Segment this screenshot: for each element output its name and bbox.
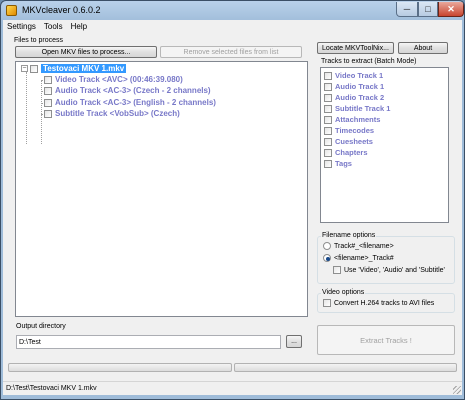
radio-filename-first[interactable] xyxy=(323,254,331,262)
extract-group-label: Tracks to extract (Batch Mode) xyxy=(321,58,417,65)
output-directory-field[interactable]: D:\Test xyxy=(16,335,281,349)
extract-checkbox[interactable] xyxy=(324,82,332,91)
extract-checkbox[interactable] xyxy=(324,71,332,80)
track-label: Video Track <AVC> (00:46:39.080) xyxy=(55,75,183,84)
output-directory-value: D:\Test xyxy=(19,338,41,346)
root-checkbox[interactable] xyxy=(30,64,38,73)
extract-tracks-button[interactable]: Extract Tracks ! xyxy=(317,325,455,355)
close-button[interactable]: ✕ xyxy=(438,2,464,17)
remove-files-button[interactable]: Remove selected files from list xyxy=(160,46,302,58)
convert-h264-option[interactable]: Convert H.264 tracks to AVI files xyxy=(323,299,434,307)
extract-item[interactable]: Chapters xyxy=(324,148,368,157)
client-area: Files to process Open MKV files to proce… xyxy=(3,33,462,395)
tree-track-row[interactable]: Subtitle Track <VobSub> (Czech) xyxy=(44,109,180,118)
track-label: Audio Track <AC-3> (Czech - 2 channels) xyxy=(55,86,211,95)
minimize-icon: ─ xyxy=(403,4,411,14)
tree-guide-child xyxy=(41,80,42,144)
menu-bar: Settings Tools Help xyxy=(3,20,462,33)
tree-guide-root xyxy=(26,72,27,144)
track-label: Subtitle Track <VobSub> (Czech) xyxy=(55,109,180,118)
open-files-button[interactable]: Open MKV files to process... xyxy=(15,46,157,58)
use-type-names-checkbox[interactable] xyxy=(333,266,341,274)
locate-mkvtoolnix-button[interactable]: Locate MKVToolNix... xyxy=(317,42,394,54)
extract-item-label: Subtitle Track 1 xyxy=(335,104,391,113)
maximize-icon: □ xyxy=(425,4,431,14)
extract-item-label: Audio Track 1 xyxy=(335,82,385,91)
menu-tools[interactable]: Tools xyxy=(44,22,63,31)
track-checkbox[interactable] xyxy=(44,75,52,84)
use-type-names-option[interactable]: Use 'Video', 'Audio' and 'Subtitle' xyxy=(333,266,445,274)
tree-track-row[interactable]: Video Track <AVC> (00:46:39.080) xyxy=(44,75,183,84)
extract-item-label: Chapters xyxy=(335,148,368,157)
extract-checkbox[interactable] xyxy=(324,104,332,113)
main-window: MKVcleaver 0.6.0.2 ─ □ ✕ Settings Tools … xyxy=(0,0,465,400)
extract-item-label: Video Track 1 xyxy=(335,71,384,80)
tree-root-row[interactable]: – Testovaci MKV 1.mkv xyxy=(21,64,127,73)
output-directory-label: Output directory xyxy=(16,323,66,330)
extract-item[interactable]: Timecodes xyxy=(324,126,374,135)
extract-item[interactable]: Audio Track 2 xyxy=(324,93,384,102)
about-button[interactable]: About xyxy=(398,42,448,54)
extract-item-label: Audio Track 2 xyxy=(335,93,385,102)
video-options-label: Video options xyxy=(321,289,366,296)
extract-item[interactable]: Cuesheets xyxy=(324,137,373,146)
status-text: D:\Test\Testovaci MKV 1.mkv xyxy=(6,385,97,392)
browse-button[interactable]: ... xyxy=(286,335,302,348)
extract-checkbox[interactable] xyxy=(324,126,332,135)
track-checkbox[interactable] xyxy=(44,86,52,95)
menu-settings[interactable]: Settings xyxy=(7,22,36,31)
extract-item[interactable]: Subtitle Track 1 xyxy=(324,104,390,113)
extract-checkbox[interactable] xyxy=(324,159,332,168)
file-tree[interactable]: – Testovaci MKV 1.mkv Video Track <AVC> … xyxy=(15,61,308,317)
title-bar[interactable]: MKVcleaver 0.6.0.2 ─ □ ✕ xyxy=(1,1,464,20)
extract-list[interactable]: Video Track 1 Audio Track 1 Audio Track … xyxy=(320,67,449,223)
filename-option-1[interactable]: Track#_<filename> xyxy=(323,242,394,250)
extract-item-label: Attachments xyxy=(335,115,381,124)
maximize-button[interactable]: □ xyxy=(418,2,438,17)
track-checkbox[interactable] xyxy=(44,109,52,118)
radio-track-first[interactable] xyxy=(323,242,331,250)
progress-bar-file xyxy=(8,363,232,372)
extract-item[interactable]: Tags xyxy=(324,159,352,168)
window-title: MKVcleaver 0.6.0.2 xyxy=(22,5,101,15)
convert-h264-checkbox[interactable] xyxy=(323,299,331,307)
resize-grip-icon[interactable] xyxy=(453,386,461,394)
filename-option-1-label: Track#_<filename> xyxy=(334,242,394,250)
tree-track-row[interactable]: Audio Track <AC-3> (Czech - 2 channels) xyxy=(44,86,211,95)
tree-root-label: Testovaci MKV 1.mkv xyxy=(41,64,127,73)
files-group-label: Files to process xyxy=(14,37,64,44)
track-label: Audio Track <AC-3> (English - 2 channels… xyxy=(55,98,216,107)
extract-item-label: Timecodes xyxy=(335,126,375,135)
convert-h264-label: Convert H.264 tracks to AVI files xyxy=(334,299,435,307)
extract-item-label: Cuesheets xyxy=(335,137,373,146)
minimize-button[interactable]: ─ xyxy=(396,2,418,17)
extract-item-label: Tags xyxy=(335,159,352,168)
filename-option-2-label: <filename>_Track# xyxy=(334,254,394,262)
app-icon xyxy=(6,5,17,16)
extract-checkbox[interactable] xyxy=(324,148,332,157)
track-checkbox[interactable] xyxy=(44,98,52,107)
collapse-icon[interactable]: – xyxy=(21,65,28,72)
extract-checkbox[interactable] xyxy=(324,93,332,102)
extract-checkbox[interactable] xyxy=(324,137,332,146)
extract-item[interactable]: Video Track 1 xyxy=(324,71,383,80)
menu-help[interactable]: Help xyxy=(71,22,87,31)
extract-checkbox[interactable] xyxy=(324,115,332,124)
filename-option-2[interactable]: <filename>_Track# xyxy=(323,254,394,262)
extract-item[interactable]: Attachments xyxy=(324,115,380,124)
tree-track-row[interactable]: Audio Track <AC-3> (English - 2 channels… xyxy=(44,98,216,107)
use-type-names-label: Use 'Video', 'Audio' and 'Subtitle' xyxy=(344,266,445,274)
close-icon: ✕ xyxy=(447,3,455,14)
filename-options-label: Filename options xyxy=(321,232,377,239)
status-bar: D:\Test\Testovaci MKV 1.mkv xyxy=(3,381,462,395)
progress-bar-total xyxy=(234,363,457,372)
extract-item[interactable]: Audio Track 1 xyxy=(324,82,384,91)
